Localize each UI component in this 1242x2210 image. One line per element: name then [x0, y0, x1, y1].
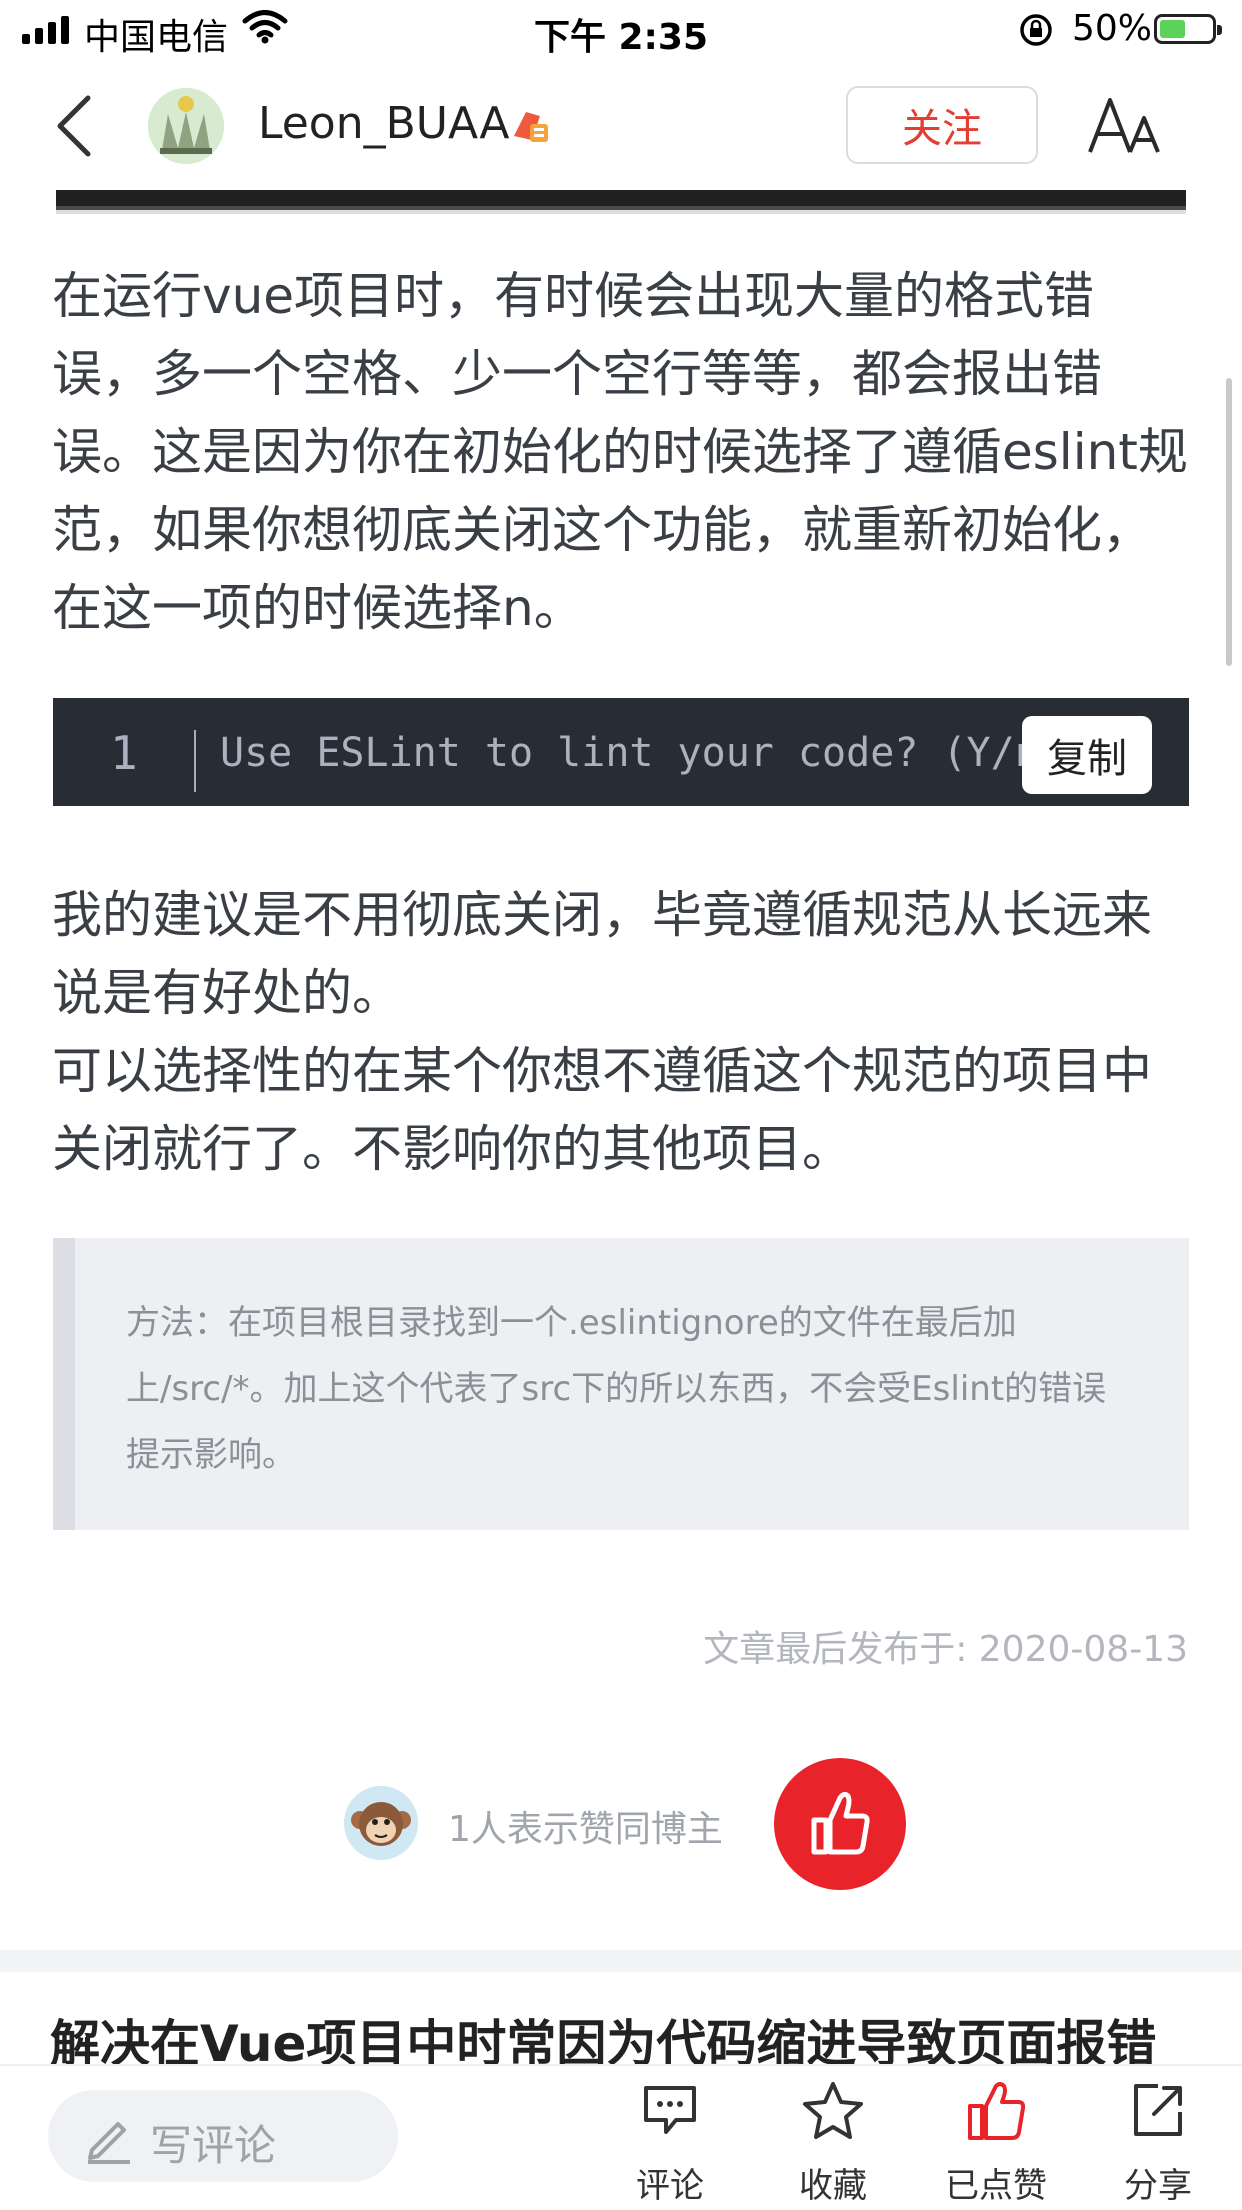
code-line[interactable]: Use ESLint to lint your code? (Y/n): [220, 730, 1060, 776]
star-icon: [803, 2082, 863, 2139]
battery-icon: [1154, 14, 1222, 44]
liked-label: 已点赞: [945, 2166, 1047, 2206]
author-name[interactable]: Leon_BUAA: [258, 98, 509, 149]
article-image-edge-shadow: [56, 206, 1186, 214]
code-gutter-divider: [194, 730, 196, 792]
favorite-button[interactable]: 收藏: [773, 2080, 893, 2206]
blockquote-bar: [53, 1238, 75, 1530]
publish-date: 文章最后发布于: 2020-08-13: [703, 1629, 1188, 1670]
back-arrow-icon[interactable]: [48, 90, 108, 162]
comment-label: 评论: [636, 2166, 704, 2206]
share-icon: [1134, 2084, 1182, 2136]
thumbs-up-red-icon: [968, 2082, 1026, 2140]
status-time: 下午 2:35: [533, 17, 709, 58]
pencil-icon: [88, 2122, 130, 2164]
status-bar: 中国电信 下午 2:35 50%: [0, 0, 1242, 62]
scrollbar[interactable]: [1226, 378, 1232, 666]
blockquote-text: 方法：在项目根目录找到一个.eslintignore的文件在最后加上/src/*…: [126, 1303, 1107, 1475]
comment-icon: [644, 2086, 696, 2134]
article-paragraph: 在运行vue项目时，有时候会出现大量的格式错误，多一个空格、少一个空行等等，都会…: [52, 267, 1188, 637]
battery-percent: 50%: [1072, 8, 1153, 49]
share-label: 分享: [1124, 2166, 1192, 2206]
code-line-number: 1: [110, 726, 138, 780]
rotation-lock-icon: [1020, 14, 1052, 46]
follow-button[interactable]: 关注: [846, 86, 1038, 164]
thumbs-up-icon: [811, 1791, 870, 1855]
favorite-label: 收藏: [799, 2166, 867, 2206]
section-divider: [0, 1950, 1242, 1972]
author-avatar[interactable]: [148, 88, 224, 164]
comment-button[interactable]: 评论: [610, 2080, 730, 2206]
comment-placeholder[interactable]: 写评论: [150, 2112, 276, 2173]
liker-avatar[interactable]: [344, 1786, 418, 1860]
article-paragraph: 可以选择性的在某个你想不遵循这个规范的项目中关闭就行了。不影响你的其他项目。: [52, 1042, 1152, 1178]
liked-button[interactable]: 已点赞: [936, 2080, 1056, 2206]
share-button[interactable]: 分享: [1098, 2080, 1218, 2206]
like-count-text: 1人表示赞同博主: [448, 1809, 723, 1850]
blogger-badge-icon: [514, 112, 548, 142]
article-paragraph: 我的建议是不用彻底关闭，毕竟遵循规范从长远来说是有好处的。: [52, 886, 1152, 1022]
like-button[interactable]: [774, 1758, 906, 1890]
copy-code-button[interactable]: 复制: [1022, 716, 1152, 794]
article-paragraph-group: 我的建议是不用彻底关闭，毕竟遵循规范从长远来说是有好处的。 可以选择性的在某个你…: [52, 876, 1192, 1188]
font-size-icon[interactable]: [1086, 92, 1166, 162]
